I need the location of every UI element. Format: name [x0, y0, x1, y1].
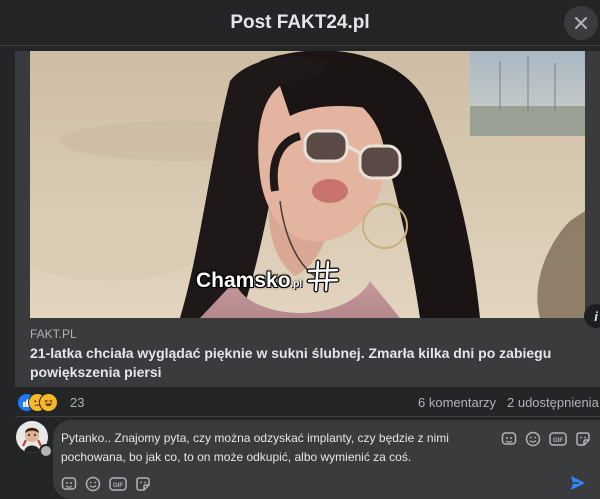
gif-icon[interactable]: GIF	[109, 475, 127, 493]
link-headline[interactable]: 21-latka chciała wyglądać pięknie w sukn…	[30, 344, 590, 382]
link-preview-image[interactable]: Chamsko .pl	[30, 51, 585, 318]
dialog-title: Post FAKT24.pl	[230, 12, 370, 33]
comment-composer[interactable]: Pytanko.. Znajomy pyta, czy można odzysk…	[53, 420, 600, 499]
haha-reaction-icon	[39, 393, 58, 412]
emoji-icon[interactable]	[84, 475, 102, 493]
dialog-header: Post FAKT24.pl	[0, 0, 600, 46]
link-domain: FAKT.PL	[30, 327, 77, 341]
sticker-icon[interactable]	[134, 475, 152, 493]
svg-text:GIF: GIF	[113, 483, 123, 489]
link-preview-card[interactable]: Chamsko .pl i FAKT.PL 21-latka chciała w…	[15, 51, 600, 387]
info-icon[interactable]: i	[584, 304, 600, 328]
watermark-text: Chamsko	[196, 269, 291, 292]
divider	[15, 416, 600, 417]
avatar-status-icon[interactable]	[39, 444, 53, 458]
send-icon	[571, 476, 585, 490]
post-body: Chamsko .pl i FAKT.PL 21-latka chciała w…	[0, 46, 600, 499]
avatar-sticker-icon[interactable]	[500, 430, 518, 448]
svg-text:GIF: GIF	[553, 438, 563, 444]
emoji-icon[interactable]	[524, 430, 542, 448]
comment-input[interactable]: Pytanko.. Znajomy pyta, czy można odzysk…	[61, 429, 501, 467]
gif-icon[interactable]: GIF	[549, 430, 567, 448]
avatar-sticker-icon[interactable]	[60, 475, 78, 493]
sticker-icon[interactable]	[574, 430, 592, 448]
send-button[interactable]	[569, 474, 587, 492]
watermark-suffix: .pl	[290, 279, 303, 290]
watermark: Chamsko .pl	[196, 259, 340, 293]
shares-count[interactable]: 2 udostępnienia	[507, 395, 599, 410]
comments-count[interactable]: 6 komentarzy	[418, 395, 496, 410]
reaction-count[interactable]: 23	[70, 395, 84, 410]
post-stats: 23 6 komentarzy 2 udostępnienia	[15, 392, 600, 414]
close-button[interactable]	[564, 6, 598, 40]
close-icon	[575, 17, 587, 29]
hashtag-logo-icon	[306, 259, 340, 293]
